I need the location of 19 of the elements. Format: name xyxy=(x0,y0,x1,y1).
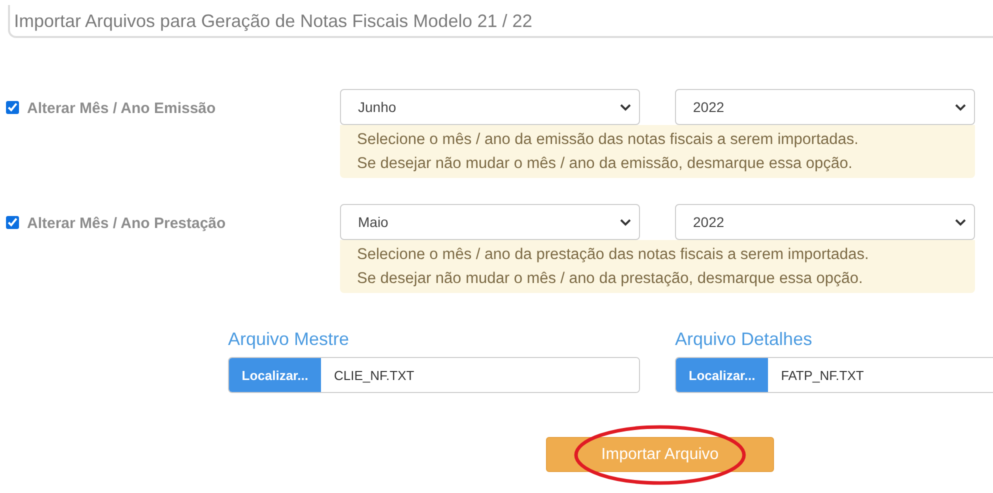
month-select[interactable]: Junho xyxy=(340,89,640,125)
year-select[interactable]: 2022 xyxy=(675,204,975,240)
hint-text: Selecione o mês / ano da prestação das notas fiscais a serem importadas. xyxy=(357,245,870,265)
option-label: Alterar Mês / Ano Prestação xyxy=(27,215,226,232)
file-label: Arquivo Detalhes xyxy=(675,329,814,350)
page-title: Importar Arquivos para Geração de Notas Fiscais Modelo 21 / 22 xyxy=(14,11,532,31)
hint-text: Se desejar não mudar o mês / ano da prestação, desmarque essa opção. xyxy=(357,268,864,288)
file-label: Arquivo Mestre xyxy=(228,329,350,350)
month-select[interactable]: Maio xyxy=(340,204,640,240)
chevron-down-icon xyxy=(620,104,631,110)
checkbox[interactable] xyxy=(6,101,19,114)
hint-text: Se desejar não mudar o mês / ano da emissão, desmarque essa opção. xyxy=(357,154,854,174)
checkbox[interactable] xyxy=(6,216,19,229)
option-label: Alterar Mês / Ano Emissão xyxy=(27,100,216,117)
year-select[interactable]: 2022 xyxy=(675,89,975,125)
chevron-down-icon xyxy=(955,104,966,110)
chevron-down-icon xyxy=(955,218,966,226)
chevron-down-icon xyxy=(620,218,631,226)
hint-text: Selecione o mês / ano da emissão das notas fiscais a serem importadas. xyxy=(357,130,860,150)
